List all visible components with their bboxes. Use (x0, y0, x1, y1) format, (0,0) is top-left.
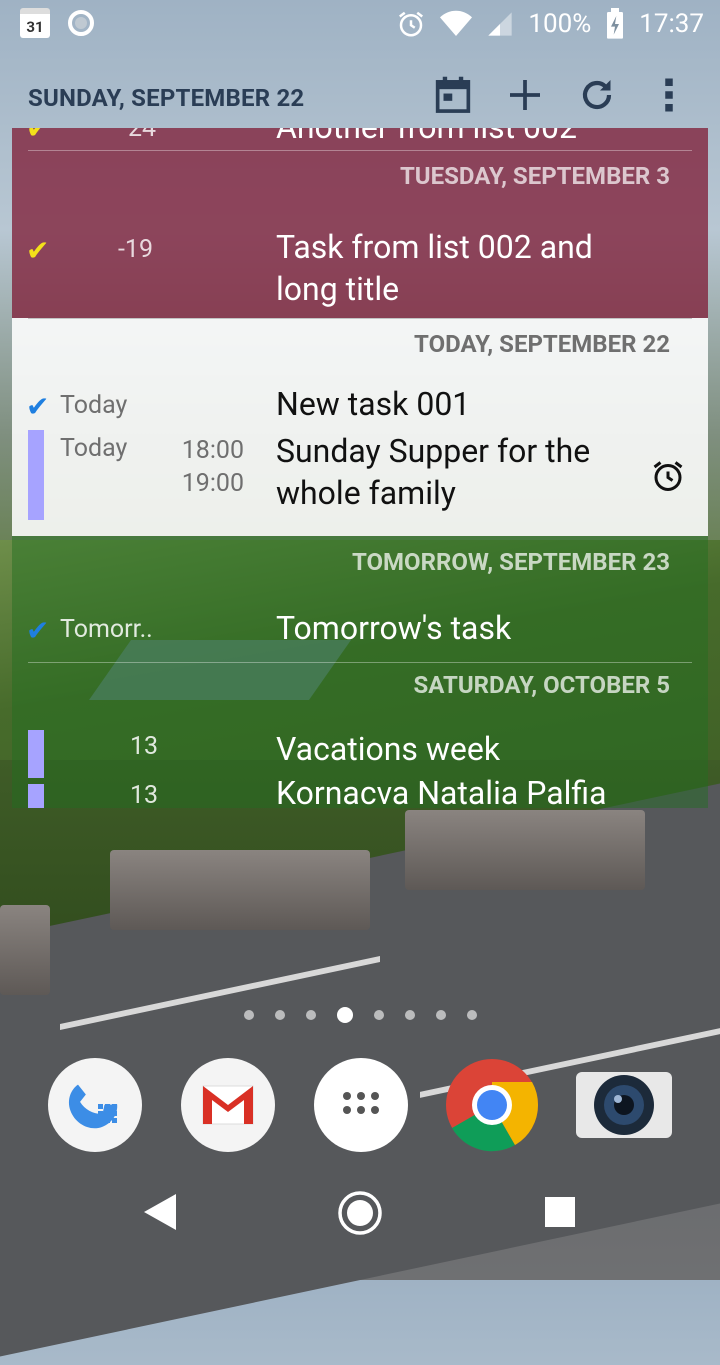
alarm-status-icon (399, 11, 424, 37)
event-date: -19 (118, 235, 154, 264)
alarm-icon (653, 461, 683, 491)
event-date: Today (60, 391, 128, 420)
list-item[interactable]: ✔ 24 Another from list 002 (12, 128, 708, 150)
sync-notification-icon (68, 10, 94, 36)
event-list[interactable]: ✔ 24 Another from list 002 TUESDAY, SEPT… (12, 128, 708, 808)
page-dot[interactable] (435, 1010, 446, 1020)
chrome-app-icon[interactable] (445, 1058, 539, 1152)
gmail-icon (202, 1085, 254, 1125)
navigation-bar (0, 1180, 720, 1280)
chrome-icon (446, 1059, 539, 1152)
overdue-section: ✔ 24 Another from list 002 TUESDAY, SEPT… (12, 128, 708, 318)
page-dot-active[interactable] (336, 1007, 353, 1023)
list-item[interactable]: 13 Kornacva Natalia Palfia (12, 774, 708, 808)
battery-charging-icon (607, 8, 624, 39)
day-header: TUESDAY, SEPTEMBER 3 (399, 162, 670, 190)
tomorrow-section: TOMORROW, SEPTEMBER 23 ✔ Tomorr.. Tomorr… (12, 536, 708, 662)
event-date: 13 (130, 732, 159, 761)
event-color-bar (28, 730, 44, 778)
event-date: 24 (128, 128, 157, 143)
apps-grid-icon (343, 1092, 379, 1114)
cell-signal-icon (488, 12, 513, 36)
task-check-icon: ✔ (26, 614, 50, 647)
page-dot[interactable] (243, 1010, 254, 1020)
back-icon[interactable] (140, 1192, 180, 1232)
event-title: Another from list 002 (276, 128, 656, 148)
event-title: Task from list 002 and long title (276, 228, 593, 308)
wifi-icon (440, 10, 473, 36)
page-dot[interactable] (274, 1010, 285, 1020)
divider (28, 662, 692, 663)
calendar-notification-icon: 31 (20, 8, 50, 38)
divider (28, 318, 692, 319)
plus-icon (510, 80, 540, 110)
event-title: Kornacva Natalia Palfia (276, 774, 607, 808)
task-check-icon: ✔ (26, 128, 50, 145)
wallpaper-stone-wall (0, 905, 50, 995)
page-dot[interactable] (305, 1010, 316, 1020)
camera-icon (594, 1075, 654, 1135)
event-end-time: 19:00 (181, 469, 244, 498)
event-start-time: 18:00 (181, 436, 244, 465)
future-section: SATURDAY, OCTOBER 5 13 Vacations week 13… (12, 662, 708, 808)
event-title: Tomorrow's task (276, 609, 512, 647)
page-dot[interactable] (466, 1010, 477, 1020)
list-item[interactable]: ✔ Tomorr.. Tomorrow's task (12, 609, 708, 660)
event-title: New task 001 (276, 385, 471, 423)
event-date: Today (60, 434, 128, 463)
day-header: TODAY, SEPTEMBER 22 (414, 330, 670, 358)
widget-header: SUNDAY, SEPTEMBER 22 (12, 60, 708, 130)
wallpaper-stone-wall (110, 850, 370, 930)
day-header: SATURDAY, OCTOBER 5 (413, 671, 670, 699)
battery-percent: 100% (528, 9, 592, 39)
page-indicator (0, 1007, 720, 1023)
phone-app-icon[interactable] (48, 1058, 142, 1152)
event-title: Sunday Supper for the whole family (276, 432, 591, 512)
list-item[interactable]: ✔ -19 Task from list 002 and long title (12, 222, 708, 312)
page-dot[interactable] (404, 1010, 415, 1020)
widget-title[interactable]: SUNDAY, SEPTEMBER 22 (28, 84, 304, 112)
go-to-today-button[interactable] (432, 74, 474, 116)
event-date: Tomorr.. (60, 615, 153, 644)
app-dock (0, 1058, 720, 1154)
status-bar: 31 100% 17:37 (0, 0, 720, 50)
list-item[interactable]: ✔ Today New task 001 (12, 382, 708, 430)
task-check-icon: ✔ (26, 390, 50, 423)
add-event-button[interactable] (504, 74, 546, 116)
event-color-bar (28, 430, 44, 520)
event-title: Vacations week (276, 730, 501, 768)
refresh-icon (582, 80, 612, 110)
phone-icon (68, 1084, 118, 1129)
gmail-app-icon[interactable] (181, 1058, 275, 1152)
camera-app-icon[interactable] (576, 1072, 672, 1138)
refresh-button[interactable] (576, 74, 618, 116)
list-item[interactable]: Today 18:00 19:00 Sunday Supper for the … (12, 430, 708, 536)
event-date: 13 (130, 781, 159, 808)
task-check-icon: ✔ (26, 234, 50, 267)
event-color-bar (28, 784, 44, 808)
app-drawer-button[interactable] (314, 1058, 408, 1152)
calendar-icon (435, 76, 471, 113)
home-icon[interactable] (337, 1190, 383, 1236)
today-section: TODAY, SEPTEMBER 22 ✔ Today New task 001… (12, 318, 708, 536)
clock: 17:37 (639, 9, 704, 39)
page-dot[interactable] (373, 1010, 384, 1020)
recents-icon[interactable] (544, 1196, 576, 1228)
more-vert-icon (665, 78, 673, 112)
wallpaper-stone-wall (405, 810, 645, 890)
day-header: TOMORROW, SEPTEMBER 23 (351, 548, 670, 576)
overflow-menu-button[interactable] (648, 74, 690, 116)
